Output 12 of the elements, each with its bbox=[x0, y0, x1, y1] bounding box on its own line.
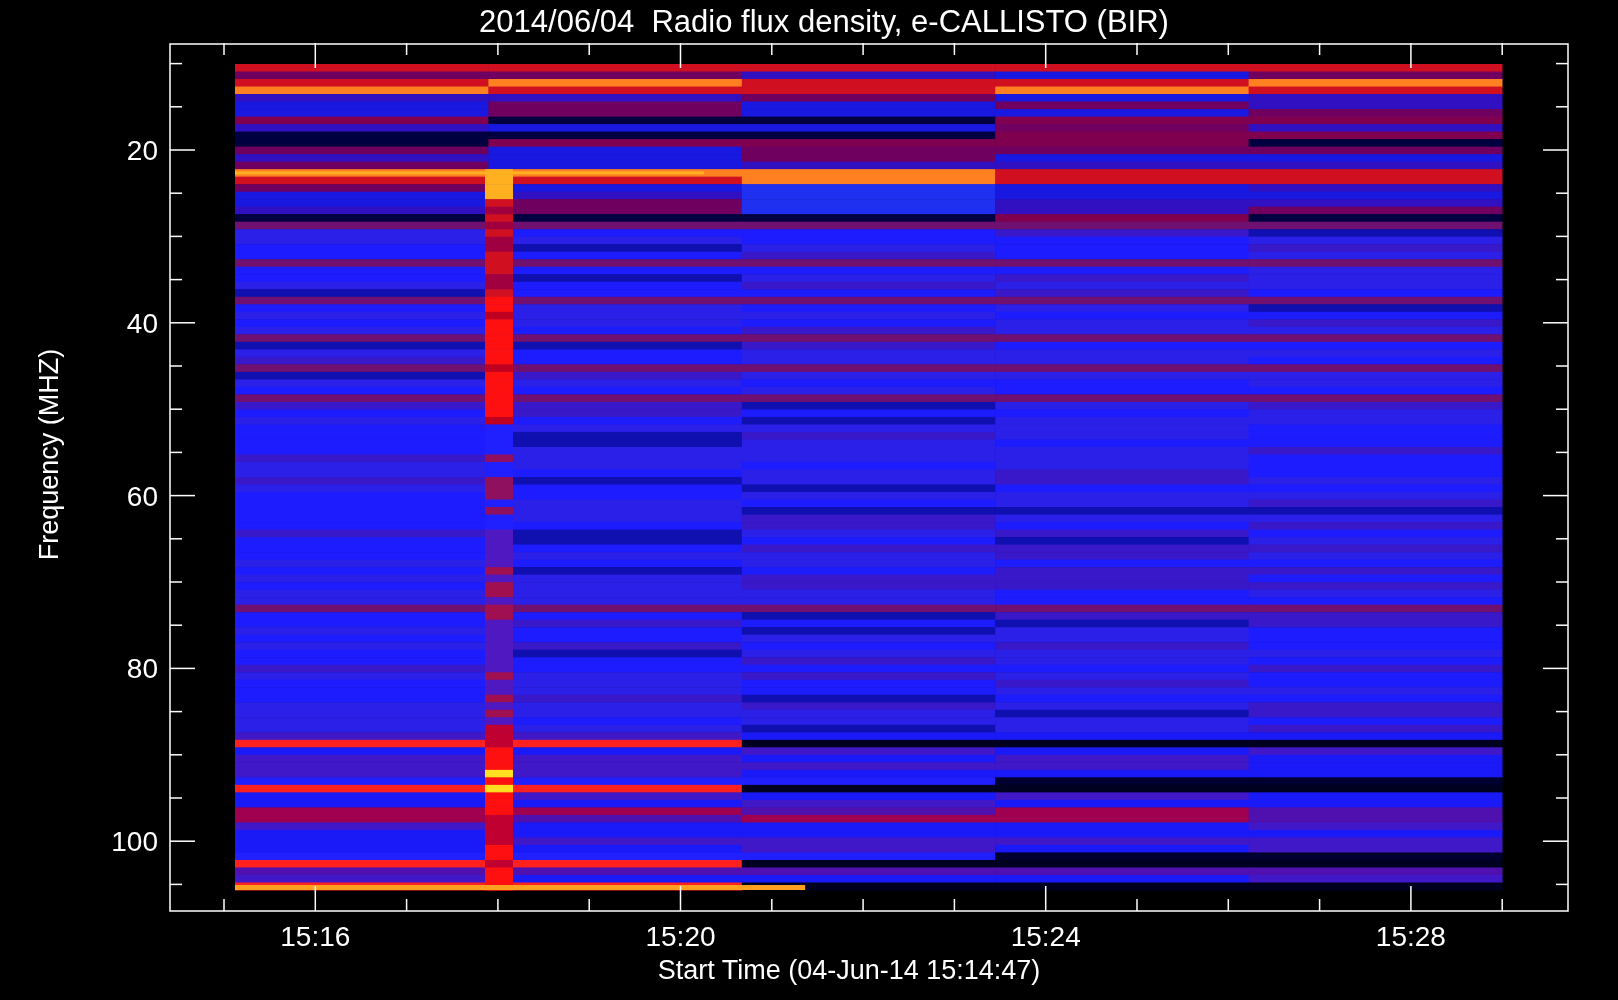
x-tick-label: 15:24 bbox=[1010, 921, 1081, 952]
y-tick-label: 100 bbox=[111, 826, 158, 858]
x-tick-label: 15:28 bbox=[1375, 921, 1446, 952]
x-axis-label: Start Time (04-Jun-14 15:14:47) bbox=[657, 955, 1041, 986]
chart-title: 2014/06/04 Radio flux density, e-CALLISTO (BIR) bbox=[478, 2, 1170, 41]
x-tick-label: 15:20 bbox=[645, 921, 716, 952]
x-tick-label: 15:16 bbox=[280, 921, 351, 952]
y-tick-label: 20 bbox=[126, 135, 158, 166]
y-tick-label: 80 bbox=[126, 653, 158, 685]
y-axis-label: Frequency (MHZ) bbox=[34, 348, 66, 560]
y-tick-label: 40 bbox=[126, 307, 158, 339]
y-tick-label: 60 bbox=[126, 480, 158, 512]
